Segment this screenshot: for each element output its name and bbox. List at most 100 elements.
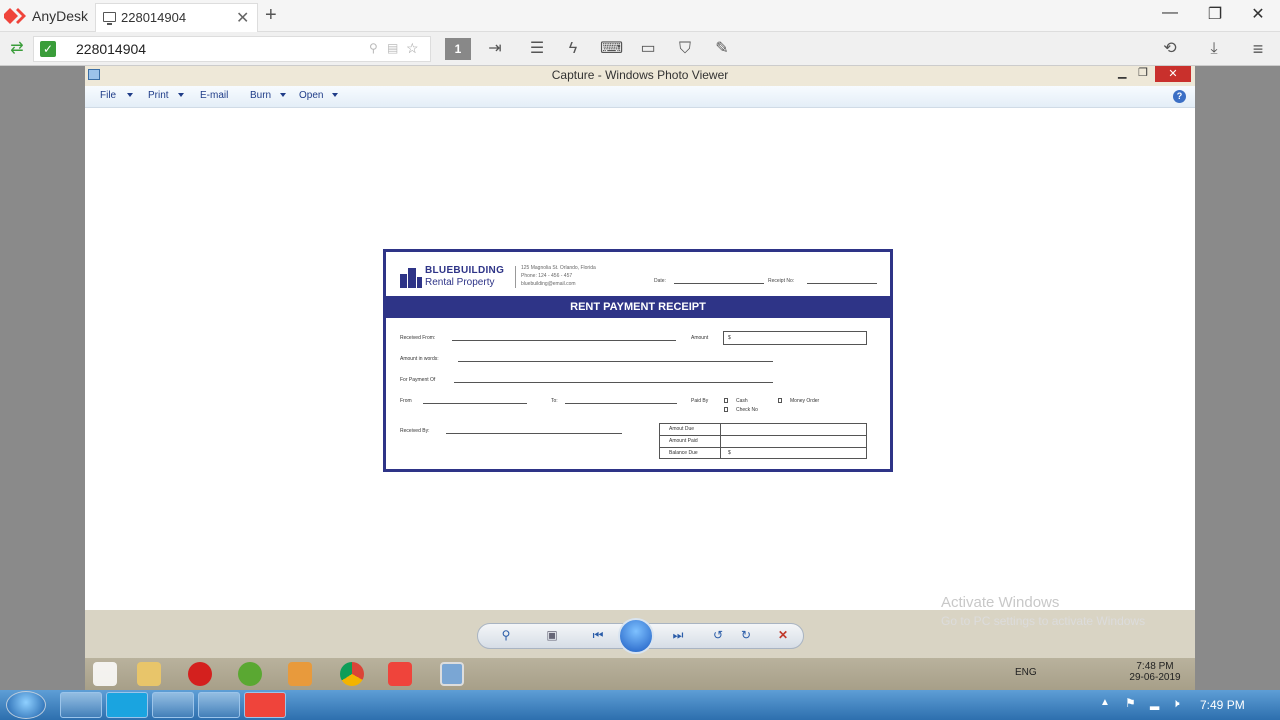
money-order-label: Money Order [790,398,820,404]
taskbar-notes-button[interactable] [198,692,240,718]
taskbar-explorer-button[interactable] [60,692,102,718]
received-from-line [452,340,676,341]
restore-button[interactable]: ❐ [1200,4,1230,24]
amount-paid-label: Amount Paid [669,438,698,444]
menu-file[interactable]: File [100,90,116,101]
close-tab-icon[interactable]: ✕ [236,8,249,28]
remote-anydesk-icon[interactable] [388,662,412,686]
balance-table-row-line [660,447,866,448]
action-center-flag-icon[interactable]: ⚑ [1125,696,1136,710]
menu-burn[interactable]: Burn [250,90,271,101]
photo-viewer-title: Capture - Windows Photo Viewer [551,68,729,82]
building-icon [400,268,422,288]
from-line [423,403,527,404]
volume-icon[interactable]: 🕨 [1172,696,1180,711]
taskbar-chrome-button[interactable] [152,692,194,718]
actions-lightning-icon[interactable]: ϟ [562,38,584,60]
menu-print-arrow-icon[interactable] [178,93,184,97]
delete-icon[interactable]: ✕ [773,628,793,642]
zoom-icon[interactable]: ⚲ [496,628,516,642]
rotate-counterclockwise-icon[interactable]: ↺ [708,628,728,642]
receipt-image: BLUEBUILDING Rental Property 125 Magnoli… [383,249,893,472]
balance-due-label: Balance Due [669,450,698,456]
for-payment-of-label: For Payment Of [400,377,436,383]
activate-windows-subtitle: Go to PC settings to activate Windows [941,614,1146,628]
remote-clock[interactable]: 7:48 PM 29-06-2019 [1125,661,1185,683]
favorite-star-icon[interactable]: ☆ [406,40,419,57]
network-icon[interactable]: ▂ [1150,696,1159,710]
keyboard-icon[interactable]: ⌨ [600,38,623,60]
tray-expand-icon[interactable]: ▲ [1100,697,1110,708]
session-tab-label: 228014904 [121,10,187,25]
display-icon[interactable]: ▭ [637,38,659,60]
balance-table-row-line [660,435,866,436]
actual-size-icon[interactable]: ▣ [542,628,562,642]
menu-file-arrow-icon[interactable] [127,93,133,97]
anydesk-logo-icon [4,8,26,24]
amount-label: Amount [691,335,709,341]
menu-burn-arrow-icon[interactable] [280,93,286,97]
received-from-label: Received From: [400,335,436,341]
local-taskbar: ▲ ⚑ ▂ 🕨 7:49 PM [0,690,1280,720]
address-bar[interactable]: ✓ 228014904 ⚲ ▤ ☆ [33,36,431,62]
receipt-no-label: Receipt No: [768,278,795,284]
new-tab-button[interactable]: + [265,4,277,27]
remote-desktop-view[interactable]: Capture - Windows Photo Viewer ▁ ❐ ✕ Fil… [85,66,1195,690]
balance-table: Amout Due Amount Paid Balance Due $ [659,423,867,459]
taskbar-skype-button[interactable] [106,692,148,718]
menu-email[interactable]: E-mail [200,90,228,101]
start-button[interactable] [6,691,46,719]
remote-app-icon[interactable] [238,662,262,686]
balance-prefix: $ [728,450,731,456]
permissions-shield-icon[interactable]: ⛉ [674,38,696,60]
remote-tray-language[interactable]: ENG [1015,667,1037,678]
pv-close-button[interactable]: ✕ [1155,66,1191,82]
receipt-brand-name: BLUEBUILDING [425,265,505,276]
menu-open-arrow-icon[interactable] [332,93,338,97]
help-icon[interactable]: ? [1173,90,1186,103]
main-menu-icon[interactable]: ≡ [1247,38,1269,60]
rotate-clockwise-icon[interactable]: ↻ [736,628,756,642]
remote-opera-icon[interactable] [188,662,212,686]
history-icon[interactable]: ⟲ [1159,38,1181,60]
file-transfer-icon[interactable]: ⇥ [484,38,506,60]
chat-icon[interactable]: ☰ [526,38,548,60]
next-icon[interactable]: ⏭ [668,628,688,643]
session-tab[interactable]: 228014904 ✕ [95,3,258,32]
monitor-icon [103,12,116,25]
remote-media-icon[interactable] [288,662,312,686]
cash-label: Cash [736,398,748,404]
menu-open[interactable]: Open [299,90,323,101]
check-no-checkbox [724,407,728,412]
receipt-title: RENT PAYMENT RECEIPT [386,296,890,318]
pv-minimize-button[interactable]: ▁ [1118,66,1126,79]
for-payment-of-line [454,382,773,383]
download-icon[interactable]: ⤓ [1203,38,1225,60]
anydesk-toolbar: ⇄ ✓ 228014904 ⚲ ▤ ☆ 1 ⇥ ☰ ϟ ⌨ ▭ ⛉ ✎ ⟲ ⤓ … [0,32,1280,66]
slideshow-button[interactable] [618,618,654,654]
amount-box: $ [723,331,867,345]
menu-print[interactable]: Print [148,90,169,101]
image-canvas[interactable]: BLUEBUILDING Rental Property 125 Magnoli… [85,108,1195,610]
cash-checkbox [724,398,728,403]
minimize-button[interactable]: — [1155,4,1185,22]
taskbar-anydesk-button[interactable] [244,692,286,718]
remote-photo-viewer-icon[interactable] [440,662,464,686]
user-icon[interactable]: ⚲ [369,41,378,55]
remote-start-icon[interactable] [93,662,117,686]
date-line [674,283,764,284]
pv-restore-button[interactable]: ❐ [1138,66,1148,79]
photo-viewer-menu-bar: File Print E-mail Burn Open ? [85,86,1195,108]
remote-chrome-icon[interactable] [340,662,364,686]
whiteboard-pen-icon[interactable]: ✎ [711,38,733,60]
clipboard-icon[interactable]: ▤ [387,41,398,55]
close-button[interactable]: ✕ [1243,4,1273,24]
local-clock[interactable]: 7:49 PM [1200,698,1245,712]
remote-clock-date: 29-06-2019 [1129,672,1181,683]
previous-icon[interactable]: ⏮ [588,628,608,643]
monitor-select-button[interactable]: 1 [445,38,471,60]
balance-table-divider [720,424,721,458]
remote-explorer-icon[interactable] [137,662,161,686]
playback-controls: ⚲ ▣ ⏮ ⏭ ↺ ↻ ✕ [477,618,804,654]
address-input[interactable]: 228014904 [76,41,146,57]
